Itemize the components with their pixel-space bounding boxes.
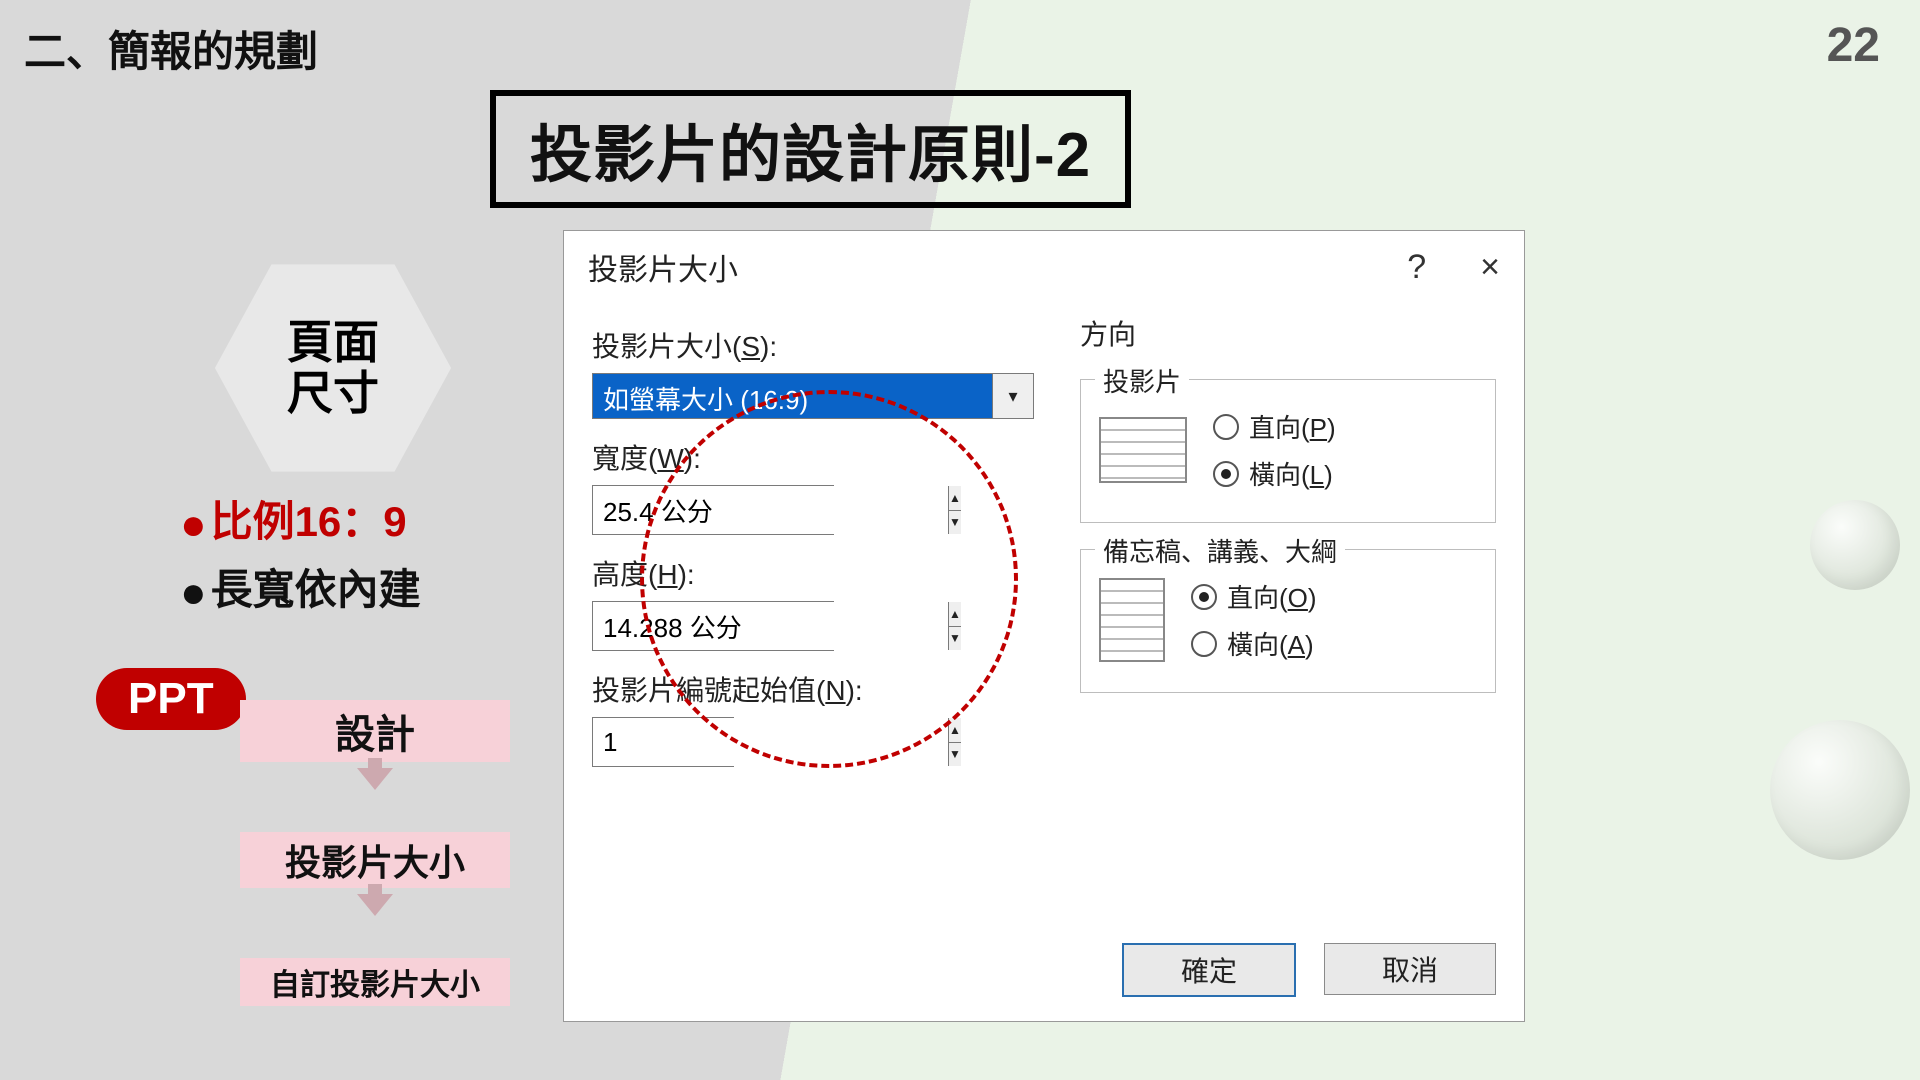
hex-line2: 尺寸	[287, 368, 379, 419]
steps-flow: 設計 投影片大小 自訂投影片大小	[240, 700, 510, 1006]
size-label: 投影片大小(S):	[592, 325, 1052, 365]
slide-title: 投影片的設計原則-2	[490, 90, 1131, 208]
arrow-down-icon	[357, 894, 393, 916]
step-2: 投影片大小	[240, 832, 510, 888]
size-select-value: 如螢幕大小 (16:9)	[593, 374, 992, 418]
slide-portrait-radio[interactable]: 直向(P)	[1213, 408, 1336, 445]
notes-group-legend: 備忘稿、講義、大綱	[1095, 532, 1345, 569]
slide-size-dialog: 投影片大小 ? × 投影片大小(S): 如螢幕大小 (16:9) ▾ 寬度(W)…	[563, 230, 1525, 1022]
slide-landscape-radio[interactable]: 橫向(L)	[1213, 455, 1336, 492]
height-spinner[interactable]: ▲▼	[592, 601, 834, 651]
arrow-down-icon	[357, 768, 393, 790]
page-number: 22	[1827, 18, 1880, 73]
bullet-list: ●比例16：9 ●長寬依內建	[180, 488, 421, 618]
ppt-pill: PPT	[96, 668, 246, 730]
spin-down-icon[interactable]: ▼	[949, 743, 961, 767]
hex-badge: 頁面 尺寸	[210, 260, 450, 470]
step-3: 自訂投影片大小	[240, 958, 510, 1006]
section-heading: 二、簡報的規劃	[24, 18, 318, 79]
size-select[interactable]: 如螢幕大小 (16:9) ▾	[592, 373, 1034, 419]
ok-button[interactable]: 確定	[1122, 943, 1296, 997]
width-input[interactable]	[593, 486, 948, 534]
startnum-spinner[interactable]: ▲▼	[592, 717, 734, 767]
spin-up-icon[interactable]: ▲	[949, 602, 961, 627]
spin-up-icon[interactable]: ▲	[949, 486, 961, 511]
bubble-decor	[1810, 500, 1900, 590]
spin-up-icon[interactable]: ▲	[949, 718, 961, 743]
notes-landscape-radio[interactable]: 橫向(A)	[1191, 625, 1317, 662]
hex-line1: 頁面	[287, 317, 379, 368]
width-spinner[interactable]: ▲▼	[592, 485, 834, 535]
slide-orientation-group: 投影片 直向(P) 橫向(L)	[1080, 379, 1496, 523]
notes-portrait-radio[interactable]: 直向(O)	[1191, 578, 1317, 615]
chevron-down-icon[interactable]: ▾	[992, 374, 1033, 418]
notes-orientation-group: 備忘稿、講義、大綱 直向(O) 橫向(A)	[1080, 549, 1496, 693]
help-button[interactable]: ?	[1407, 248, 1426, 287]
slide-group-legend: 投影片	[1095, 362, 1189, 399]
startnum-input[interactable]	[593, 718, 948, 766]
width-label: 寬度(W):	[592, 437, 1052, 477]
page-portrait-icon	[1099, 578, 1165, 662]
orientation-heading: 方向	[1080, 313, 1496, 353]
startnum-label: 投影片編號起始值(N):	[592, 669, 1052, 709]
bubble-decor	[1770, 720, 1910, 860]
page-landscape-icon	[1099, 417, 1187, 483]
height-label: 高度(H):	[592, 553, 1052, 593]
bullet-2: 長寬依內建	[211, 566, 421, 613]
cancel-button[interactable]: 取消	[1324, 943, 1496, 995]
dialog-title: 投影片大小	[588, 245, 738, 289]
spin-down-icon[interactable]: ▼	[949, 511, 961, 535]
bullet-1: 比例16：9	[211, 498, 407, 545]
step-1: 設計	[240, 700, 510, 762]
height-input[interactable]	[593, 602, 948, 650]
close-button[interactable]: ×	[1480, 248, 1500, 287]
spin-down-icon[interactable]: ▼	[949, 627, 961, 651]
